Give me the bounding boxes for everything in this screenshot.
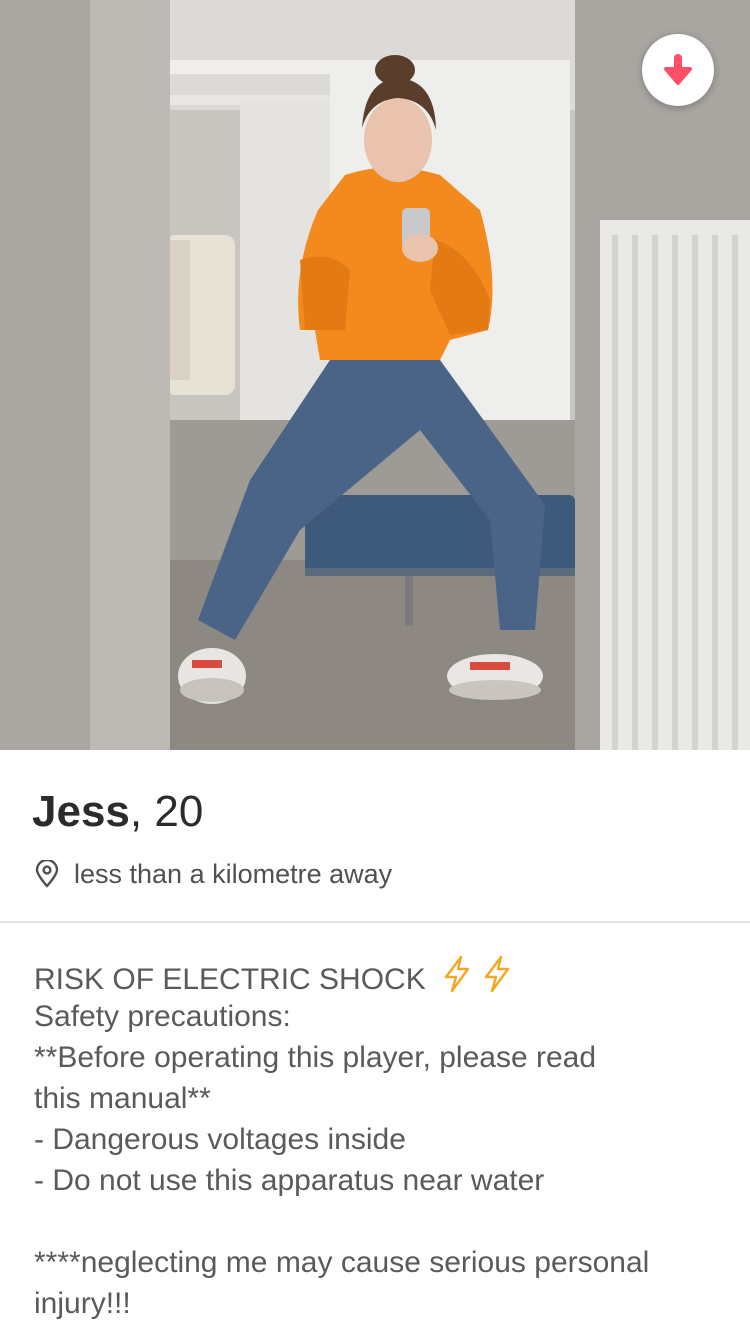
photo-illustration [0,0,750,750]
profile-name: Jess [32,787,130,836]
bio-heading: RISK OF ELECTRIC SHOCK [34,963,426,996]
divider [0,921,750,923]
bio-line: RISK OF ELECTRIC SHOCK [34,955,734,996]
bio-spacer [34,1201,734,1242]
arrow-down-icon [664,54,692,85]
profile-photo[interactable] [0,0,750,750]
bio-line: - Dangerous voltages inside [34,1123,406,1156]
bio-line: ****neglecting me may cause serious pers… [34,1246,650,1279]
bio-line: - Do not use this apparatus near water [34,1164,545,1197]
collapse-profile-button[interactable] [642,34,714,106]
profile-age: 20 [154,787,204,836]
lightning-bolt-icon [480,955,514,1004]
profile-distance: less than a kilometre away [34,856,392,892]
profile-info: Jess, 20 less than a kilometre away [0,750,750,922]
bio-line: injury!!! [34,1287,131,1320]
bio-line: **Before operating this player, please r… [34,1041,597,1074]
distance-text: less than a kilometre away [74,858,393,889]
lightning-bolt-icon [440,955,474,1004]
bio-line: Safety precautions: [34,1000,291,1033]
location-pin-icon [35,860,59,888]
bio-line: this manual** [34,1082,211,1115]
profile-name-age: Jess, 20 [32,786,203,838]
profile-bio: RISK OF ELECTRIC SHOCK Safety precaution… [34,955,734,1324]
name-separator: , [129,787,143,836]
